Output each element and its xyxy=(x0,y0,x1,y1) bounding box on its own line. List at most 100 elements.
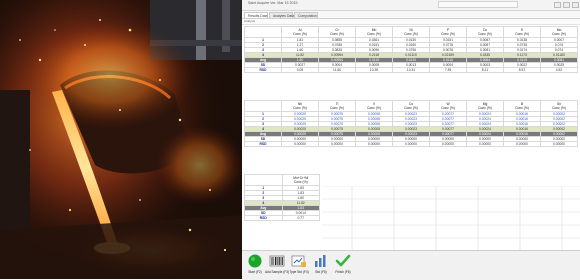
element-unit: Conc (%) xyxy=(552,106,566,110)
column-header: Mn+Cr+Ni Conc (%) xyxy=(281,174,320,186)
standard-chart-icon xyxy=(315,255,326,267)
table-cell: 0.00000 xyxy=(503,141,541,147)
bottom-toolbar: Start (F2) Add Sample (F3) Type Std (F4)… xyxy=(242,250,580,280)
table-cell: 0.00000 xyxy=(355,141,393,147)
barcode-icon xyxy=(269,255,285,267)
column-header: Al Conc (%) xyxy=(281,26,319,38)
title-toolbox[interactable] xyxy=(438,1,518,8)
table-row: RSD 0.77 xyxy=(244,215,320,221)
table-cell: 0.00000 xyxy=(281,141,319,147)
column-header: Sn Conc (%) xyxy=(540,100,578,112)
table-row: SD 0.00000 0.00000 0.00000 0.00000 0.00000 0.0… xyxy=(244,136,578,142)
element-unit: Conc (%) xyxy=(293,106,307,110)
column-header: Co Conc (%) xyxy=(392,100,430,112)
table-cell: 0.05 xyxy=(281,67,319,73)
std-label: Std (F5) xyxy=(315,270,327,274)
column-header: Ti Conc (%) xyxy=(318,100,356,112)
element-unit: Conc (%) xyxy=(293,180,308,184)
table-cell: 0.00000 xyxy=(466,141,504,147)
element-unit: Conc (%) xyxy=(552,32,566,36)
table-cell: 8.21 xyxy=(466,67,504,73)
tab-results-data[interactable]: Results Data xyxy=(244,12,268,18)
column-header: S Conc (%) xyxy=(503,26,541,38)
type-standard-icon xyxy=(291,255,306,267)
column-header: V Conc (%) xyxy=(355,100,393,112)
table-cell: 4.52 xyxy=(540,67,578,73)
table-cell: 0.00000 xyxy=(429,141,467,147)
element-unit: Conc (%) xyxy=(293,32,307,36)
start-label: Start (F2) xyxy=(248,270,262,274)
row-label: RSD xyxy=(244,141,282,147)
maximize-button[interactable] xyxy=(563,2,570,8)
table-header-row: Mn+Cr+Ni Conc (%) xyxy=(244,174,320,186)
table-cell: 8.57 xyxy=(503,67,541,73)
table-row: RSD 0.00000 0.00000 0.00000 0.00000 0.00000 0.… xyxy=(244,141,578,147)
sub-toolbar: Analysis xyxy=(242,19,580,25)
steel-pour-photo xyxy=(0,0,242,279)
results-table-1: Al Conc (%) Cr Conc (%) Mn Conc (%) Ni Conc (%)… xyxy=(244,26,578,73)
title-bar: Saint Acquire Ver. Mar 15 2015 xyxy=(242,0,580,11)
table-row: 4 0.00025 0.00075 0.00008 0.00023 0.00077 0.00… xyxy=(244,126,578,132)
minimize-button[interactable] xyxy=(554,2,561,8)
table-cell: 0.00000 xyxy=(540,141,578,147)
std-button[interactable]: Std (F5) xyxy=(311,254,331,278)
start-button[interactable]: Start (F2) xyxy=(245,254,265,278)
finish-label: Finish (F6) xyxy=(335,270,351,274)
column-header: W Conc (%) xyxy=(429,100,467,112)
element-unit: Conc (%) xyxy=(441,106,455,110)
element-unit: Conc (%) xyxy=(478,106,492,110)
column-header: Mo Conc (%) xyxy=(540,26,578,38)
add-sample-label: Add Sample (F3) xyxy=(265,270,290,274)
table-row: 1 0.00025 0.00075 0.00008 0.00023 0.00077 0.00… xyxy=(244,111,578,117)
table-cell: 10.39 xyxy=(355,67,393,73)
element-unit: Conc (%) xyxy=(441,32,455,36)
table-cell: 0.00000 xyxy=(318,141,356,147)
table-corner-cell xyxy=(244,174,283,186)
table-cell: 0.00000 xyxy=(392,141,430,147)
element-unit: Conc (%) xyxy=(515,32,529,36)
start-icon xyxy=(248,254,262,268)
finish-button[interactable]: Finish (F6) xyxy=(333,254,353,278)
column-header: B Conc (%) xyxy=(503,100,541,112)
element-unit: Conc (%) xyxy=(367,106,381,110)
tab-analytes-data[interactable]: Analytes Data xyxy=(269,12,294,18)
window-title: Saint Acquire Ver. Mar 15 2015 xyxy=(248,1,298,5)
table-row: RSD 0.05 11.60 10.39 10.31 7.39 8.21 8.57 4.52 xyxy=(244,67,578,73)
table-cell: 7.39 xyxy=(429,67,467,73)
tab-composition[interactable]: Composition xyxy=(294,12,318,18)
column-header: Cu Conc (%) xyxy=(466,26,504,38)
results-table-2: Nb Conc (%) Ti Conc (%) V Conc (%) Co Conc (%) W… xyxy=(244,100,578,147)
analysis-app-window: Saint Acquire Ver. Mar 15 2015 Results D… xyxy=(242,0,580,280)
subbar-label: Analysis xyxy=(244,19,256,23)
table-header-row: Al Conc (%) Cr Conc (%) Mn Conc (%) Ni Conc (%)… xyxy=(244,26,578,38)
column-header: Ni Conc (%) xyxy=(392,26,430,38)
table-row: Avg 0.00025 0.00075 0.00008 0.00023 0.00077 0.… xyxy=(244,131,578,137)
close-button[interactable] xyxy=(572,2,579,8)
element-unit: Conc (%) xyxy=(367,32,381,36)
add-sample-button[interactable]: Add Sample (F3) xyxy=(265,254,290,278)
element-unit: Conc (%) xyxy=(404,32,418,36)
row-label: RSD xyxy=(244,215,283,221)
element-unit: Conc (%) xyxy=(330,106,344,110)
type-std-button[interactable]: Type Std (F4) xyxy=(289,254,309,278)
table-row: 3 0.00025 0.00075 0.00008 0.00023 0.00077 0.00… xyxy=(244,121,578,127)
element-unit: Conc (%) xyxy=(404,106,418,110)
column-header: Cr Conc (%) xyxy=(318,26,356,38)
element-unit: Conc (%) xyxy=(330,32,344,36)
column-header: P Conc (%) xyxy=(429,26,467,38)
row-label: RSD xyxy=(244,67,282,73)
column-header: Mg Conc (%) xyxy=(466,100,504,112)
table-row: 2 0.00025 0.00075 0.00008 0.00023 0.00077 0.00… xyxy=(244,116,578,122)
finish-check-icon xyxy=(335,254,351,267)
column-header: Nb Conc (%) xyxy=(281,100,319,112)
column-header: Mn Conc (%) xyxy=(355,26,393,38)
results-table-sum: Mn+Cr+Ni Conc (%) 1 1.83 2 1.83 3 1.80 4 11.82 Avg… xyxy=(244,174,320,221)
tab-strip: Results Data Analytes Data Composition xyxy=(242,11,580,19)
table-cell: 11.60 xyxy=(318,67,356,73)
element-unit: Conc (%) xyxy=(478,32,492,36)
element-unit: Conc (%) xyxy=(515,106,529,110)
table-corner-cell xyxy=(244,26,282,38)
table-header-row: Nb Conc (%) Ti Conc (%) V Conc (%) Co Conc (%) W… xyxy=(244,100,578,112)
table-corner-cell xyxy=(244,100,282,112)
table-cell: 0.77 xyxy=(281,215,320,221)
